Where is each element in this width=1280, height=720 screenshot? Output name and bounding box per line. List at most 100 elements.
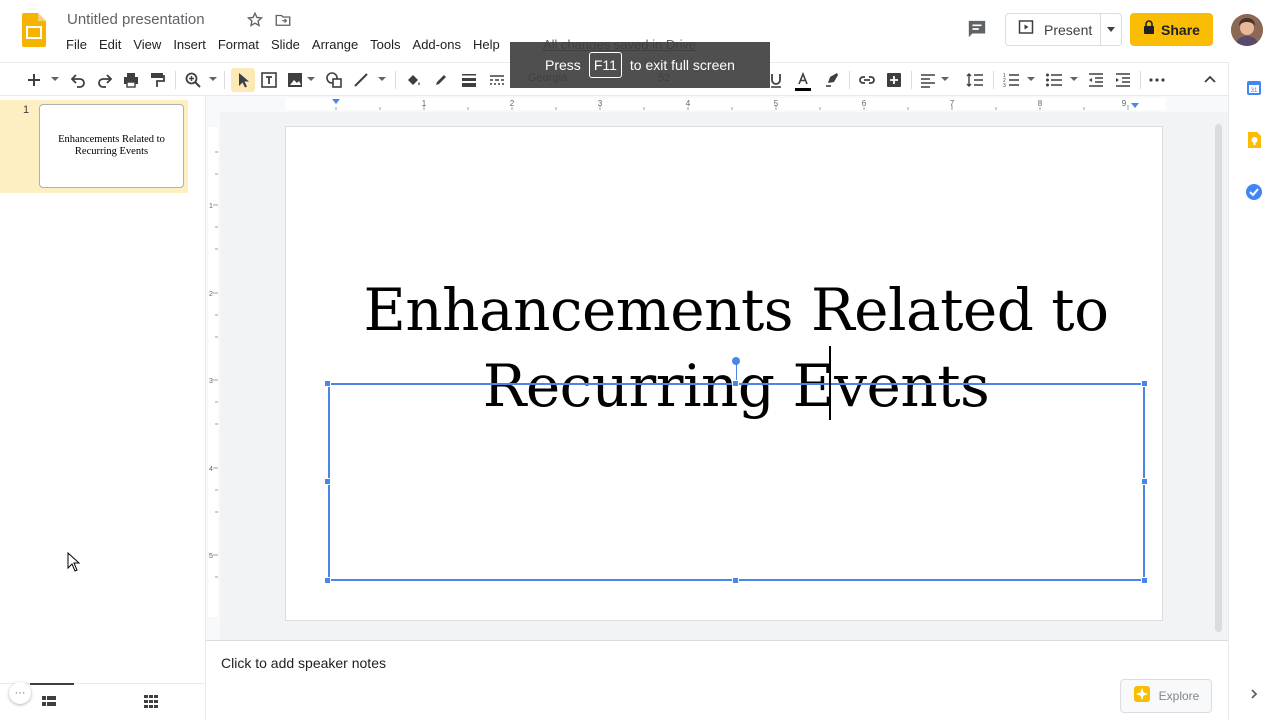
- border-weight-icon[interactable]: [460, 71, 478, 89]
- menu-edit[interactable]: Edit: [93, 36, 127, 56]
- decrease-indent-icon[interactable]: [1087, 71, 1105, 89]
- text-cursor: [829, 346, 831, 420]
- chevron-right-icon[interactable]: [1245, 685, 1263, 703]
- chevron-down-icon[interactable]: [941, 77, 949, 81]
- slides-logo-icon[interactable]: [22, 13, 46, 47]
- toolbar-divider: [395, 71, 396, 89]
- explore-icon: [1133, 685, 1151, 708]
- resize-handle-e[interactable]: [1141, 478, 1148, 485]
- avatar[interactable]: [1231, 14, 1263, 46]
- share-button[interactable]: Share: [1130, 13, 1213, 46]
- svg-text:7: 7: [950, 99, 955, 108]
- speaker-notes-panel[interactable]: [206, 640, 1228, 720]
- svg-text:5: 5: [209, 553, 213, 560]
- svg-text:1: 1: [209, 203, 213, 210]
- rotate-handle[interactable]: [732, 357, 740, 365]
- highlight-color-icon[interactable]: [823, 71, 841, 89]
- increase-indent-icon[interactable]: [1114, 71, 1132, 89]
- present-button[interactable]: Present: [1006, 14, 1102, 45]
- menu-help[interactable]: Help: [467, 36, 506, 56]
- star-icon[interactable]: [246, 11, 264, 29]
- image-icon[interactable]: [286, 71, 304, 89]
- bulleted-list-icon[interactable]: [1045, 71, 1063, 89]
- svg-text:5: 5: [774, 99, 779, 108]
- toolbar-divider: [175, 71, 176, 89]
- present-dropdown-button[interactable]: [1101, 14, 1121, 45]
- chevron-down-icon[interactable]: [307, 77, 315, 81]
- zoom-icon[interactable]: [184, 71, 202, 89]
- svg-text:31: 31: [1251, 88, 1258, 94]
- more-options-icon[interactable]: ···: [9, 682, 31, 704]
- folder-move-icon[interactable]: [274, 11, 292, 29]
- align-icon[interactable]: [919, 71, 937, 89]
- fullscreen-toast: Press F11 to exit full screen: [510, 42, 770, 88]
- document-title[interactable]: Untitled presentation: [67, 11, 205, 28]
- explore-button[interactable]: Explore: [1120, 679, 1212, 713]
- chevron-down-icon[interactable]: [1027, 77, 1035, 81]
- resize-handle-se[interactable]: [1141, 577, 1148, 584]
- speaker-notes-placeholder[interactable]: Click to add speaker notes: [221, 655, 386, 671]
- fill-color-icon[interactable]: [404, 71, 422, 89]
- vertical-ruler[interactable]: 1 2 3 4 5: [206, 112, 220, 640]
- text-color-icon[interactable]: [794, 71, 812, 93]
- resize-handle-sw[interactable]: [324, 577, 331, 584]
- svg-text:6: 6: [862, 99, 867, 108]
- filmstrip-view-icon[interactable]: [40, 693, 58, 709]
- resize-handle-ne[interactable]: [1141, 380, 1148, 387]
- chevron-down-icon[interactable]: [378, 77, 386, 81]
- menu-file[interactable]: File: [60, 36, 93, 56]
- chevron-down-icon[interactable]: [209, 77, 217, 81]
- numbered-list-icon[interactable]: 123: [1002, 71, 1020, 89]
- link-icon[interactable]: [858, 71, 876, 89]
- line-spacing-icon[interactable]: [966, 71, 984, 89]
- explore-label: Explore: [1158, 689, 1200, 703]
- resize-handle-n[interactable]: [732, 380, 739, 387]
- new-slide-icon[interactable]: [25, 71, 43, 89]
- chevron-down-icon[interactable]: [51, 77, 59, 81]
- mouse-cursor: [67, 551, 81, 572]
- menu-addons[interactable]: Add-ons: [407, 36, 467, 56]
- toolbar-divider: [911, 71, 912, 89]
- toolbar-divider: [993, 71, 994, 89]
- toast-key: F11: [588, 52, 622, 78]
- svg-text:4: 4: [686, 99, 691, 108]
- chevron-down-icon[interactable]: [1070, 77, 1078, 81]
- present-icon: [1018, 19, 1034, 40]
- tasks-icon[interactable]: [1245, 183, 1263, 201]
- resize-handle-w[interactable]: [324, 478, 331, 485]
- slide-thumbnail[interactable]: Enhancements Related to Recurring Events: [39, 104, 184, 188]
- menu-format[interactable]: Format: [212, 36, 265, 56]
- chevron-up-icon[interactable]: [1201, 71, 1219, 89]
- resize-handle-s[interactable]: [732, 577, 739, 584]
- shape-icon[interactable]: [325, 71, 343, 89]
- menu-insert[interactable]: Insert: [167, 36, 212, 56]
- svg-text:3: 3: [209, 378, 213, 385]
- border-color-icon[interactable]: [432, 71, 450, 89]
- menu-slide[interactable]: Slide: [265, 36, 306, 56]
- select-tool-icon[interactable]: [231, 68, 255, 92]
- vertical-scrollbar[interactable]: [1215, 124, 1222, 632]
- line-icon[interactable]: [352, 71, 370, 89]
- menu-tools[interactable]: Tools: [364, 36, 406, 56]
- redo-icon[interactable]: [96, 71, 114, 89]
- more-icon[interactable]: [1148, 71, 1166, 89]
- comment-icon[interactable]: [966, 19, 988, 39]
- selected-text-box[interactable]: [328, 383, 1145, 581]
- menu-view[interactable]: View: [127, 36, 167, 56]
- border-dash-icon[interactable]: [488, 71, 506, 89]
- text-box-icon[interactable]: [260, 71, 278, 89]
- lock-icon: [1143, 20, 1155, 39]
- print-icon[interactable]: [122, 71, 140, 89]
- resize-handle-nw[interactable]: [324, 380, 331, 387]
- present-label: Present: [1044, 21, 1093, 38]
- calendar-icon[interactable]: 31: [1245, 79, 1263, 97]
- menu-arrange[interactable]: Arrange: [306, 36, 364, 56]
- filmstrip-footer: [0, 683, 206, 720]
- paint-format-icon[interactable]: [148, 71, 166, 89]
- keep-icon[interactable]: [1245, 131, 1263, 149]
- toast-suffix: to exit full screen: [629, 57, 735, 73]
- horizontal-ruler[interactable]: 1 2 3 4 5 6 7 8 9: [206, 96, 1228, 112]
- add-comment-icon[interactable]: [885, 71, 903, 89]
- grid-view-icon[interactable]: [143, 693, 159, 709]
- undo-icon[interactable]: [69, 71, 87, 89]
